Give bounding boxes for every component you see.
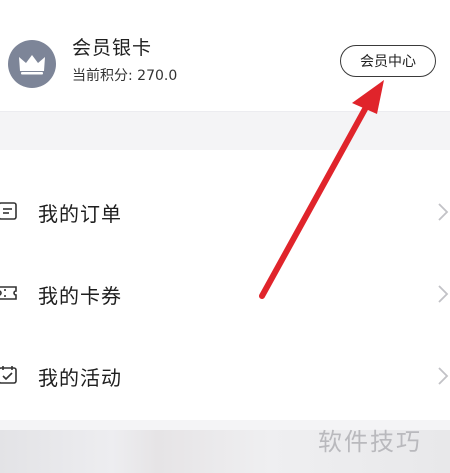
menu-list: 我的订单 我的卡券 我的活动 (0, 150, 450, 420)
chevron-right-icon (438, 367, 449, 385)
watermark-text: 软件技巧 (318, 428, 422, 456)
member-center-button[interactable]: 会员中心 (340, 45, 436, 77)
menu-item-label: 我的卡券 (38, 284, 122, 308)
menu-item-coupons[interactable]: 我的卡券 (0, 262, 450, 326)
crown-icon (19, 55, 45, 75)
avatar (8, 40, 56, 88)
chevron-right-icon (438, 203, 449, 221)
menu-item-activities[interactable]: 我的活动 (0, 344, 450, 408)
points-text: 当前积分: 270.0 (72, 68, 178, 84)
calendar-check-icon (0, 366, 17, 384)
menu-item-label: 我的活动 (38, 366, 122, 390)
menu-item-orders[interactable]: 我的订单 (0, 180, 450, 244)
member-level-title: 会员银卡 (72, 37, 153, 59)
menu-item-label: 我的订单 (38, 202, 122, 226)
coupon-ticket-icon (0, 286, 17, 300)
order-list-icon (0, 202, 17, 220)
member-card: 会员银卡 当前积分: 270.0 会员中心 (0, 0, 450, 112)
chevron-right-icon (438, 285, 449, 303)
